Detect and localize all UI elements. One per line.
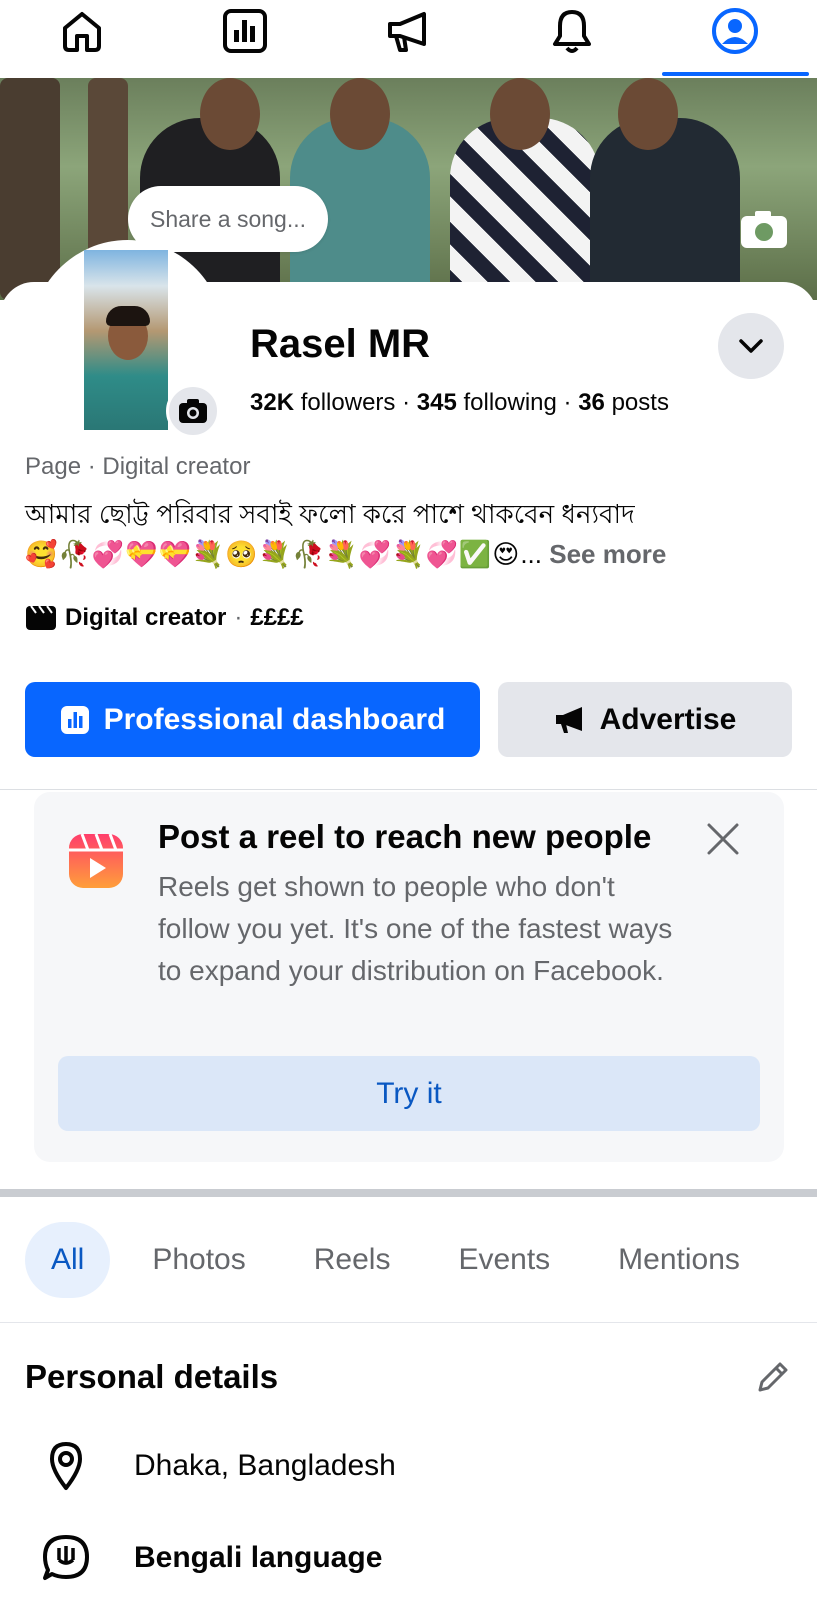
posts-stat[interactable]: 36 posts <box>578 389 669 416</box>
filter-mentions[interactable]: Mentions <box>592 1222 766 1298</box>
location-text: Dhaka, Bangladesh <box>134 1449 396 1482</box>
price-range: ££££ <box>250 604 304 631</box>
close-icon[interactable] <box>702 818 744 860</box>
tab-profile[interactable] <box>654 0 817 78</box>
promo-title: Post a reel to reach new people <box>158 818 652 855</box>
profile-dropdown-button[interactable] <box>718 313 784 379</box>
language-detail: Bengali language <box>40 1532 382 1584</box>
language-text: Bengali language <box>134 1541 383 1574</box>
pencil-icon[interactable] <box>752 1358 792 1398</box>
bio-text: আমার ছোট্ট পরিবার সবাই ফলো করে পাশে থাকব… <box>25 499 635 529</box>
profile-stats: 32K followers · 345 following · 36 posts <box>250 389 669 416</box>
content-filter-tabs: All Photos Reels Events Mentions <box>25 1222 766 1298</box>
divider <box>0 1322 817 1323</box>
cover-camera-icon[interactable] <box>739 208 789 250</box>
bell-icon <box>552 10 591 53</box>
page-category: Page · Digital creator <box>25 453 251 480</box>
bio-emojis: 🥰🥀💞💝💝💐🥺💐🥀💐💞💐💞✅😍 <box>25 539 521 569</box>
personal-details-title: Personal details <box>25 1358 279 1395</box>
home-icon <box>62 12 101 52</box>
tab-ads[interactable] <box>327 0 490 78</box>
promo-body: Reels get shown to people who don't foll… <box>158 871 673 986</box>
chat-bubble-icon <box>43 1535 89 1580</box>
clapperboard-icon <box>26 605 56 630</box>
share-song-bubble[interactable]: Share a song... <box>128 186 328 252</box>
followers-stat[interactable]: 32K followers <box>250 389 395 416</box>
see-more-link[interactable]: See more <box>549 539 666 569</box>
filter-reels[interactable]: Reels <box>288 1222 417 1298</box>
tab-notifications[interactable] <box>490 0 653 78</box>
reels-icon <box>69 833 123 888</box>
filter-photos[interactable]: Photos <box>126 1222 271 1298</box>
try-it-button[interactable]: Try it <box>58 1056 760 1131</box>
creator-info: Digital creator · ££££ <box>25 604 304 632</box>
avatar-camera-button[interactable] <box>166 384 220 438</box>
dashboard-icon <box>60 705 89 734</box>
filter-events[interactable]: Events <box>432 1222 576 1298</box>
chevron-down-icon <box>739 339 763 353</box>
dashboard-icon <box>223 9 268 53</box>
megaphone-icon <box>555 706 582 733</box>
profile-name: Rasel MR <box>250 322 431 366</box>
reel-promo-card: Post a reel to reach new people Reels ge… <box>34 792 784 1162</box>
tab-home[interactable] <box>0 0 163 78</box>
camera-icon <box>179 399 207 423</box>
following-stat[interactable]: 345 following <box>417 389 557 416</box>
creator-label: Digital creator <box>65 604 227 631</box>
divider <box>0 789 817 790</box>
professional-dashboard-button[interactable]: Professional dashboard <box>25 682 480 757</box>
top-navigation <box>0 0 817 78</box>
megaphone-icon <box>387 12 426 52</box>
profile-bio: আমার ছোট্ট পরিবার সবাই ফলো করে পাশে থাকব… <box>25 494 795 574</box>
tab-dashboard[interactable] <box>163 0 326 78</box>
filter-all[interactable]: All <box>25 1222 111 1298</box>
section-divider <box>0 1189 817 1197</box>
bio-ellipsis: ... <box>520 539 542 569</box>
avatar[interactable] <box>84 250 168 430</box>
advertise-button[interactable]: Advertise <box>498 682 792 757</box>
location-pin-icon <box>50 1442 82 1490</box>
location-detail: Dhaka, Bangladesh <box>40 1440 396 1492</box>
profile-icon <box>712 8 759 54</box>
